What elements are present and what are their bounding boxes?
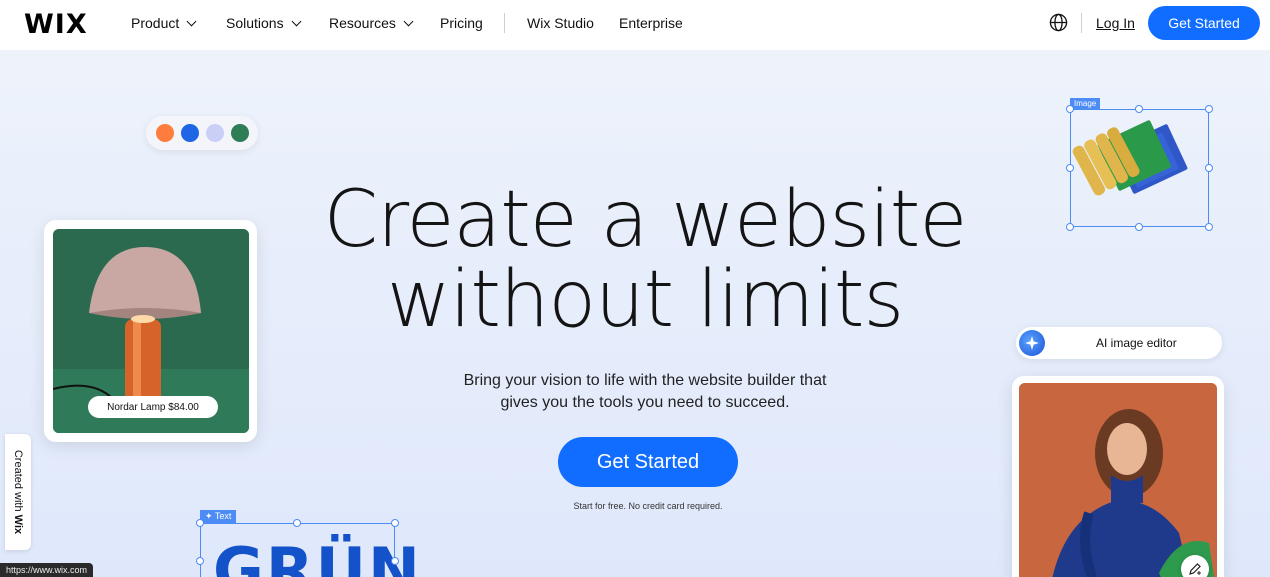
headline-line: without limits (386, 255, 904, 345)
subheading-line: gives you the tools you need to succeed. (500, 394, 790, 411)
portrait-card (1012, 376, 1224, 577)
portrait-image (1019, 383, 1217, 577)
battery-pack-image (1072, 120, 1188, 196)
pin-icon: ✦ (205, 511, 215, 521)
resize-handle[interactable] (1135, 105, 1143, 113)
created-with-wix-text: Created with Wix (12, 450, 24, 534)
resize-handle[interactable] (1205, 164, 1213, 172)
nav-item-label: Enterprise (619, 15, 683, 31)
color-dot-green (230, 124, 249, 142)
ai-image-editor-pill[interactable]: AI image editor (1016, 327, 1222, 359)
pencil-icon (1189, 563, 1201, 575)
resize-handle[interactable] (391, 519, 399, 527)
wix-logo[interactable]: WIX (24, 9, 88, 40)
hero-note: Start for free. No credit card required. (573, 501, 723, 511)
nav-divider (504, 13, 505, 33)
nav-item-resources[interactable]: Resources (329, 15, 414, 31)
created-with-prefix: Created with (12, 449, 24, 515)
resize-handle[interactable] (1135, 223, 1143, 231)
created-with-wix-badge[interactable]: Created with Wix (5, 434, 31, 550)
resize-handle[interactable] (293, 519, 301, 527)
resize-handle[interactable] (196, 557, 204, 565)
color-palette-widget (146, 116, 258, 150)
nav-item-wix-studio[interactable]: Wix Studio (527, 15, 594, 31)
color-dot-orange (155, 124, 174, 142)
nav-divider (1081, 13, 1082, 33)
text-selection-label-text: Text (214, 511, 232, 521)
login-link[interactable]: Log In (1096, 15, 1135, 31)
nav-item-label: Resources (329, 15, 396, 31)
resize-handle[interactable] (391, 557, 399, 565)
subheading-line: Bring your vision to life with the websi… (463, 372, 827, 389)
created-with-brand: Wix (12, 514, 24, 535)
sparkle-icon (1019, 330, 1045, 356)
resize-handle[interactable] (1066, 164, 1074, 172)
nav-item-label: Pricing (440, 15, 483, 31)
image-selection-box[interactable] (1070, 109, 1209, 227)
nav-item-label: Wix Studio (527, 15, 594, 31)
resize-handle[interactable] (1205, 223, 1213, 231)
nav-item-pricing[interactable]: Pricing (440, 15, 483, 31)
nav-item-solutions[interactable]: Solutions (226, 15, 302, 31)
nav-item-label: Solutions (226, 15, 284, 31)
headline-line: Create a website (323, 175, 968, 265)
resize-handle[interactable] (1205, 105, 1213, 113)
chevron-down-icon (291, 16, 302, 26)
chevron-down-icon (186, 16, 197, 26)
ai-image-editor-label: AI image editor (1096, 336, 1177, 350)
nav-item-enterprise[interactable]: Enterprise (619, 15, 683, 31)
nav-get-started-button[interactable]: Get Started (1148, 6, 1260, 40)
hero-get-started-button[interactable]: Get Started (558, 437, 738, 487)
color-dot-blue (180, 124, 199, 142)
chevron-down-icon (403, 16, 414, 26)
nav-item-label: Product (131, 15, 180, 31)
resize-handle[interactable] (196, 519, 204, 527)
nav-item-product[interactable]: Product (131, 15, 197, 31)
hero-section: Nordar Lamp $84.00 Create a website with… (0, 50, 1270, 577)
resize-handle[interactable] (1066, 223, 1074, 231)
edit-image-button[interactable] (1181, 555, 1209, 577)
status-url: https://www.wix.com (0, 563, 94, 577)
text-selection-label: ✦ Text (200, 510, 237, 523)
globe-icon[interactable] (1049, 13, 1068, 32)
resize-handle[interactable] (1066, 105, 1074, 113)
top-nav: WIX Product Solutions Resources Pricing … (0, 0, 1270, 50)
product-price-tag: Nordar Lamp $84.00 (88, 396, 218, 418)
color-dot-lavender (205, 124, 224, 142)
hero-headline: Create a website without limits (200, 180, 1090, 340)
hero-subheading: Bring your vision to life with the websi… (400, 370, 890, 414)
